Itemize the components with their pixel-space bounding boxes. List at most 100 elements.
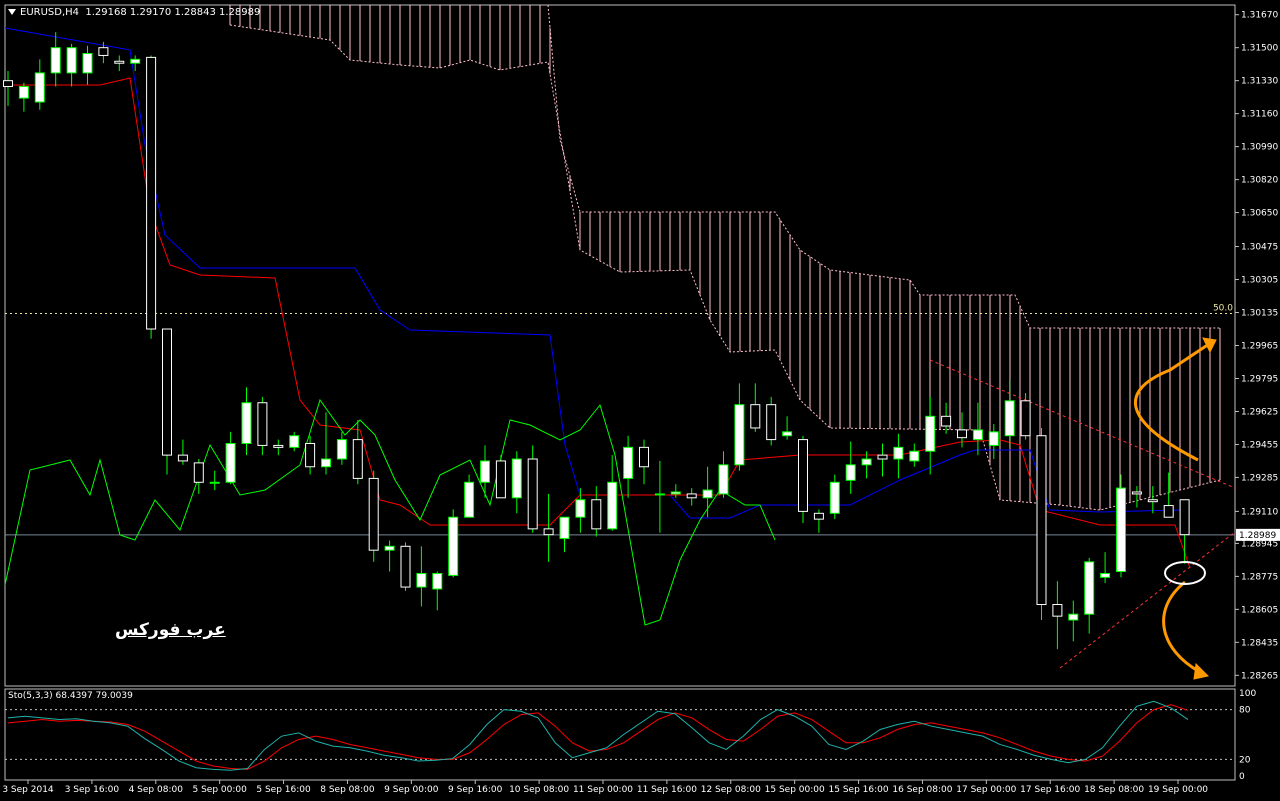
highlight-circle bbox=[1164, 561, 1206, 585]
candle-body bbox=[432, 572, 443, 590]
y-tick-label: 1.31160 bbox=[1241, 110, 1278, 120]
x-tick-label: 15 Sep 00:00 bbox=[765, 785, 825, 795]
candle-body bbox=[1020, 400, 1031, 437]
stochastic-signal-value: 79.0039 bbox=[95, 691, 133, 701]
y-tick-label: 1.29285 bbox=[1241, 473, 1278, 483]
candle-body bbox=[384, 545, 395, 551]
candle-body bbox=[877, 454, 888, 460]
candle-body bbox=[591, 499, 602, 530]
candle-body bbox=[623, 446, 634, 479]
candle-body bbox=[829, 481, 840, 514]
candle-body bbox=[50, 47, 61, 74]
x-tick-label: 17 Sep 00:00 bbox=[956, 785, 1016, 795]
candle-body bbox=[448, 516, 459, 576]
candle-body bbox=[289, 435, 300, 448]
y-tick-label: 1.29625 bbox=[1241, 407, 1278, 417]
candle-body bbox=[909, 450, 920, 462]
candle-body bbox=[686, 493, 697, 499]
open-value: 1.29168 bbox=[85, 7, 127, 18]
y-tick-label: 1.28605 bbox=[1241, 605, 1278, 615]
high-value: 1.29170 bbox=[129, 7, 172, 18]
bearish-arrow-head bbox=[1193, 662, 1210, 680]
y-tick-label: 1.28775 bbox=[1241, 572, 1278, 582]
price-chart[interactable]: 50.0 1.31670 1.31500 1.31330 1.31160 1.30990 1… bbox=[0, 0, 1280, 801]
candle-body bbox=[543, 528, 554, 536]
candle-body bbox=[957, 429, 967, 439]
candle-body bbox=[1084, 561, 1095, 615]
y-tick-label: 1.30820 bbox=[1241, 176, 1278, 186]
candle-body bbox=[988, 431, 999, 446]
candle-body bbox=[225, 442, 236, 483]
x-tick-label: 11 Sep 16:00 bbox=[637, 785, 697, 795]
x-tick-label: 9 Sep 16:00 bbox=[448, 785, 503, 795]
candle-body bbox=[177, 454, 188, 462]
stochastic-tick-label: 20 bbox=[1239, 755, 1251, 765]
candle-body bbox=[1116, 487, 1126, 573]
candle-body bbox=[798, 439, 808, 512]
y-tick-label: 1.29795 bbox=[1241, 374, 1278, 384]
y-tick-label: 1.30650 bbox=[1241, 209, 1278, 219]
stochastic-name: Sto(5,3,3) bbox=[8, 691, 53, 701]
x-tick-label: 15 Sep 16:00 bbox=[829, 785, 889, 795]
candle-body bbox=[321, 458, 331, 468]
candle-body bbox=[209, 481, 220, 484]
candles bbox=[3, 32, 1190, 650]
candle-body bbox=[1052, 604, 1063, 617]
candle-body bbox=[98, 47, 109, 56]
y-tick-label: 1.30135 bbox=[1241, 309, 1278, 319]
upper-trendline bbox=[929, 359, 1236, 489]
candle-body bbox=[1004, 400, 1015, 437]
candle-body bbox=[1068, 613, 1079, 621]
candle-body bbox=[66, 47, 77, 74]
candle-body bbox=[607, 481, 618, 530]
candle-body bbox=[464, 481, 475, 518]
x-tick-label: 12 Sep 08:00 bbox=[701, 785, 761, 795]
candle-body bbox=[1036, 435, 1047, 606]
ichimoku-cloud bbox=[229, 5, 1221, 510]
candle-body bbox=[893, 446, 904, 460]
candle-body bbox=[336, 439, 347, 460]
candle-body bbox=[575, 499, 586, 518]
y-tick-label: 1.29965 bbox=[1241, 342, 1278, 352]
stochastic-panel-border bbox=[4, 688, 1236, 781]
candle-body bbox=[718, 464, 729, 495]
candle-body bbox=[162, 328, 172, 456]
y-tick-label: 1.28265 bbox=[1241, 671, 1278, 681]
x-tick-label: 3 Sep 16:00 bbox=[65, 785, 120, 795]
candle-body bbox=[3, 80, 13, 87]
candle-body bbox=[527, 458, 538, 530]
candle-body bbox=[972, 429, 983, 441]
candle-body bbox=[495, 460, 506, 499]
x-tick-label: 16 Sep 08:00 bbox=[892, 785, 952, 795]
x-tick-label: 11 Sep 00:00 bbox=[573, 785, 633, 795]
candle-body bbox=[813, 512, 824, 520]
candle-body bbox=[766, 404, 777, 441]
candle-body bbox=[193, 462, 204, 483]
y-tick-label: 1.29455 bbox=[1241, 440, 1278, 450]
current-price-label: 1.28989 bbox=[1239, 531, 1276, 541]
close-value: 1.28989 bbox=[219, 7, 261, 18]
tenkan-sen-line bbox=[5, 77, 1191, 569]
candle-body bbox=[1179, 499, 1190, 536]
candle-body bbox=[639, 446, 649, 468]
x-tick-label: 18 Sep 08:00 bbox=[1084, 785, 1144, 795]
x-tick-label: 8 Sep 08:00 bbox=[320, 785, 375, 795]
candle-body bbox=[82, 53, 93, 74]
candle-body bbox=[241, 402, 252, 444]
candle-body bbox=[750, 404, 761, 429]
candle-body bbox=[273, 444, 284, 448]
x-tick-label: 3 Sep 2014 bbox=[2, 785, 54, 795]
bearish-scenario-arrow bbox=[1162, 580, 1201, 674]
low-value: 1.28843 bbox=[174, 7, 216, 18]
stochastic-tick-label: 80 bbox=[1239, 706, 1251, 716]
x-tick-label: 4 Sep 08:00 bbox=[129, 785, 184, 795]
y-tick-label: 1.30990 bbox=[1241, 143, 1278, 153]
candle-body bbox=[305, 442, 316, 468]
candle-body bbox=[559, 516, 570, 540]
candle-body bbox=[845, 464, 856, 481]
candle-body bbox=[861, 458, 872, 466]
candle-body bbox=[654, 493, 665, 496]
dropdown-icon[interactable] bbox=[8, 9, 16, 15]
candle-body bbox=[416, 572, 427, 588]
candle-body bbox=[1131, 491, 1142, 495]
